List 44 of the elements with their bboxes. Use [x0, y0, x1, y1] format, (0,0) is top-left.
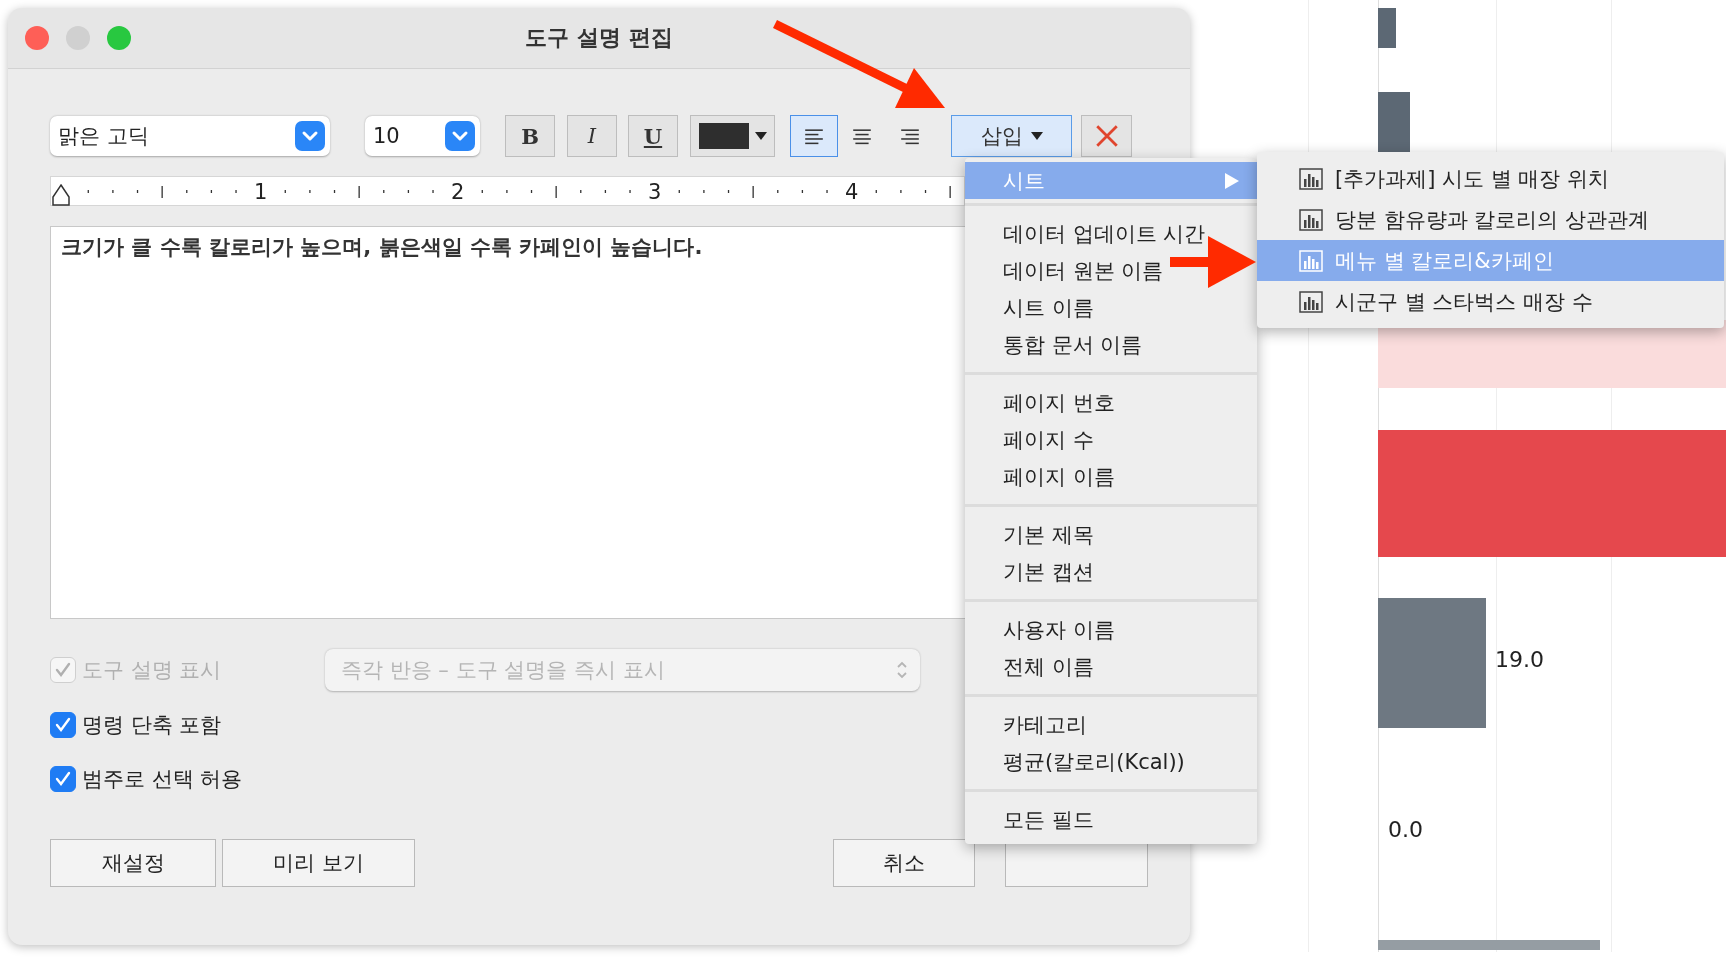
bar-chart-icon	[1299, 290, 1323, 313]
checkbox[interactable]	[50, 766, 76, 792]
bar	[1378, 8, 1396, 48]
window-title: 도구 설명 편집	[525, 24, 673, 52]
submenu-arrow-icon	[1225, 172, 1239, 189]
menu-item[interactable]: 전체 이름	[965, 648, 1257, 685]
underline-button[interactable]: U	[628, 115, 678, 157]
checkbox-label: 범주로 선택 허용	[82, 766, 243, 793]
preview-button[interactable]: 미리 보기	[222, 839, 415, 887]
ruler-number: 3	[648, 179, 662, 206]
bar-chart-icon	[1299, 208, 1323, 231]
value-label: 19.0	[1495, 647, 1544, 672]
checkbox[interactable]	[50, 712, 76, 738]
value-label: 0.0	[1388, 817, 1423, 842]
bar-chart-icon	[1299, 249, 1323, 272]
ruler-number: 1	[254, 179, 268, 206]
font-select[interactable]: 맑은 고딕	[50, 116, 330, 156]
menu-item[interactable]: 모든 필드	[965, 801, 1257, 838]
italic-button[interactable]: I	[567, 115, 617, 157]
ruler-number: 4	[845, 179, 859, 206]
bold-button[interactable]: B	[505, 115, 555, 157]
submenu-item[interactable]: 당분 함유량과 칼로리의 상관관계	[1257, 199, 1724, 240]
text-color-button[interactable]	[690, 115, 775, 157]
checkbox-label: 도구 설명 표시	[82, 657, 222, 684]
chevron-down-icon	[295, 121, 325, 151]
insert-menu-button[interactable]: 삽입	[951, 115, 1072, 157]
caret-icon	[1030, 132, 1043, 140]
font-size-select[interactable]: 10	[365, 116, 480, 156]
indent-marker-icon[interactable]	[51, 183, 71, 207]
clear-button[interactable]	[1081, 115, 1132, 157]
bar-chart-icon	[1299, 167, 1323, 190]
menu-item[interactable]: 평균(칼로리(Kcal))	[965, 743, 1257, 780]
up-down-arrows-icon	[896, 660, 908, 680]
align-left-button[interactable]	[790, 115, 838, 157]
cancel-button[interactable]: 취소	[833, 839, 975, 887]
menu-item[interactable]: 카테고리	[965, 706, 1257, 743]
close-window-button[interactable]	[25, 26, 49, 50]
caret-icon	[754, 132, 767, 140]
checkbox-label: 명령 단축 포함	[82, 712, 222, 739]
ruler-number: 2	[451, 179, 465, 206]
submenu-item[interactable]: 시군구 별 스타벅스 매장 수	[1257, 281, 1724, 322]
submenu-item[interactable]: [추가과제] 시도 별 매장 위치	[1257, 158, 1724, 199]
reset-button[interactable]: 재설정	[50, 839, 216, 887]
chevron-down-icon	[445, 121, 475, 151]
